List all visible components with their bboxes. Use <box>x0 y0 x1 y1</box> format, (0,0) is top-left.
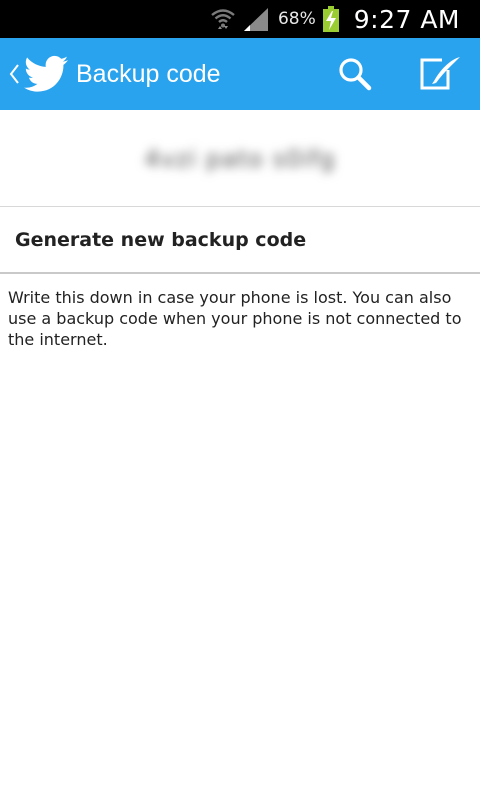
divider <box>0 272 480 274</box>
search-button[interactable] <box>325 38 385 110</box>
compose-button[interactable] <box>410 38 470 110</box>
twitter-bird-icon <box>24 55 68 92</box>
status-icons: 68% 9:27 AM <box>210 0 460 38</box>
battery-percent: 68% <box>277 9 316 29</box>
search-icon <box>339 58 372 91</box>
battery-charging-icon <box>322 5 340 33</box>
generate-button-label: Generate new backup code <box>15 228 307 251</box>
status-bar: 68% 9:27 AM <box>0 0 480 38</box>
back-chevron-icon <box>9 64 19 84</box>
compose-icon <box>420 57 460 90</box>
wifi-icon <box>210 6 236 32</box>
backup-code-display: 4vzi pato s0ifg <box>0 110 480 206</box>
clock: 9:27 AM <box>353 4 460 34</box>
help-text: Write this down in case your phone is lo… <box>8 288 462 349</box>
page-title: Backup code <box>76 59 221 88</box>
backup-code-value: 4vzi pato s0ifg <box>144 145 336 173</box>
action-bar: Backup code <box>0 38 480 110</box>
signal-icon <box>242 6 270 32</box>
generate-new-backup-code-button[interactable]: Generate new backup code <box>0 207 480 272</box>
up-navigation-button[interactable]: Backup code <box>4 38 234 110</box>
